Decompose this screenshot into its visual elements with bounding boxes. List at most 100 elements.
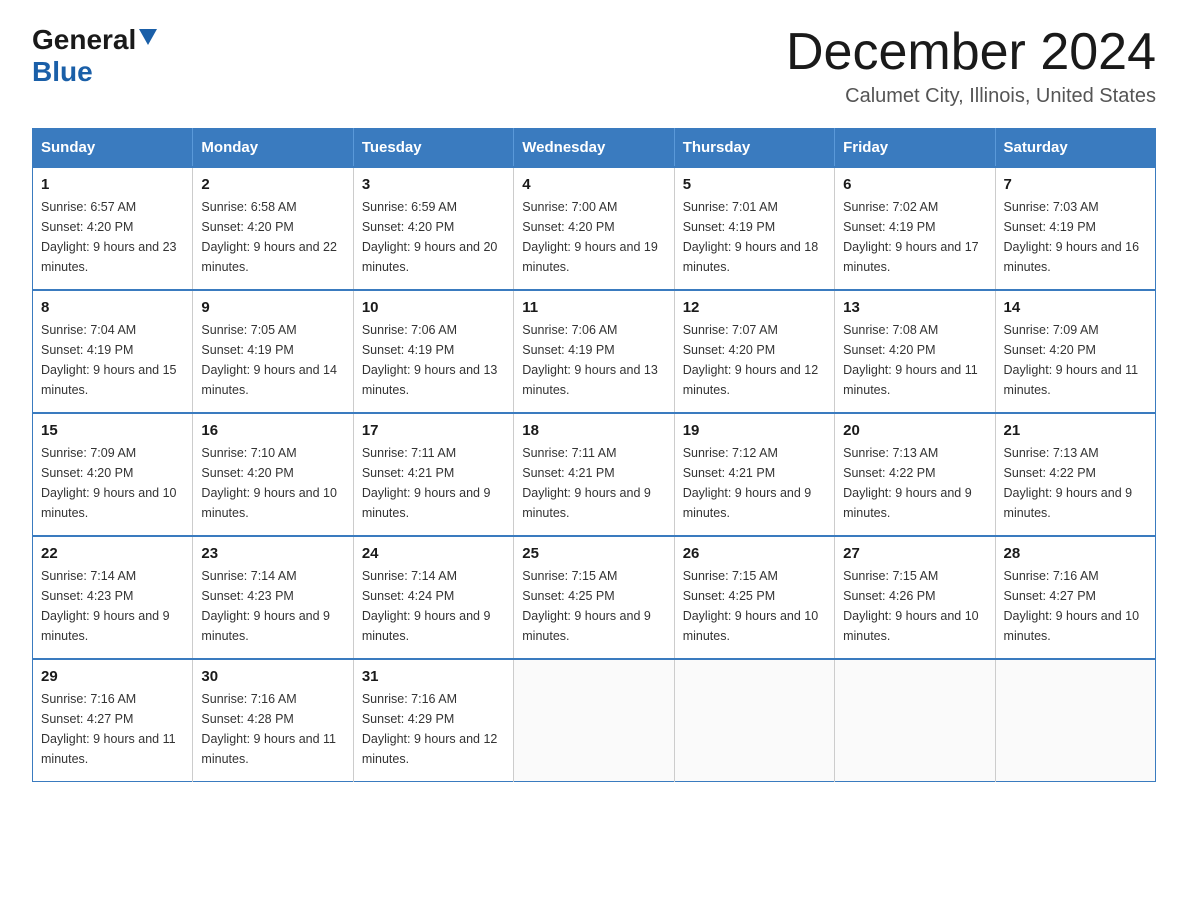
- calendar-cell: 1 Sunrise: 6:57 AMSunset: 4:20 PMDaylight…: [33, 167, 193, 290]
- weekday-header-sunday: Sunday: [33, 129, 193, 168]
- calendar-cell: 6 Sunrise: 7:02 AMSunset: 4:19 PMDaylight…: [835, 167, 995, 290]
- calendar-cell: 7Sunrise: 7:03 AMSunset: 4:19 PMDaylight…: [995, 167, 1155, 290]
- calendar-cell: 23Sunrise: 7:14 AMSunset: 4:23 PMDayligh…: [193, 536, 353, 659]
- day-info: Sunrise: 7:06 AMSunset: 4:19 PMDaylight:…: [522, 320, 665, 400]
- day-number: 8: [41, 299, 184, 316]
- weekday-header-saturday: Saturday: [995, 129, 1155, 168]
- page-header: General Blue December 2024 Calumet City,…: [32, 24, 1156, 108]
- day-info: Sunrise: 7:13 AMSunset: 4:22 PMDaylight:…: [843, 443, 986, 523]
- day-number: 9: [201, 299, 344, 316]
- calendar-cell: 11 Sunrise: 7:06 AMSunset: 4:19 PMDayligh…: [514, 290, 674, 413]
- day-number: 23: [201, 545, 344, 562]
- day-info: Sunrise: 7:13 AMSunset: 4:22 PMDaylight:…: [1004, 443, 1147, 523]
- calendar-cell: 9Sunrise: 7:05 AMSunset: 4:19 PMDaylight…: [193, 290, 353, 413]
- day-info: Sunrise: 7:06 AMSunset: 4:19 PMDaylight:…: [362, 320, 505, 400]
- day-info: Sunrise: 7:15 AMSunset: 4:26 PMDaylight:…: [843, 566, 986, 646]
- calendar-cell: 2Sunrise: 6:58 AMSunset: 4:20 PMDaylight…: [193, 167, 353, 290]
- calendar-cell: 4 Sunrise: 7:00 AMSunset: 4:20 PMDaylight…: [514, 167, 674, 290]
- day-info: Sunrise: 7:16 AMSunset: 4:27 PMDaylight:…: [1004, 566, 1147, 646]
- day-number: 5: [683, 176, 826, 193]
- calendar-cell: [995, 659, 1155, 782]
- weekday-header-monday: Monday: [193, 129, 353, 168]
- calendar-cell: 31 Sunrise: 7:16 AMSunset: 4:29 PMDayligh…: [353, 659, 513, 782]
- calendar-cell: 17Sunrise: 7:11 AMSunset: 4:21 PMDayligh…: [353, 413, 513, 536]
- day-number: 27: [843, 545, 986, 562]
- day-info: Sunrise: 7:14 AMSunset: 4:24 PMDaylight:…: [362, 566, 505, 646]
- day-info: Sunrise: 6:59 AMSunset: 4:20 PMDaylight:…: [362, 197, 505, 277]
- calendar-cell: 30 Sunrise: 7:16 AMSunset: 4:28 PMDayligh…: [193, 659, 353, 782]
- day-number: 7: [1004, 176, 1147, 193]
- calendar-cell: [674, 659, 834, 782]
- day-info: Sunrise: 7:16 AMSunset: 4:28 PMDaylight:…: [201, 689, 344, 769]
- day-info: Sunrise: 7:09 AMSunset: 4:20 PMDaylight:…: [41, 443, 184, 523]
- day-info: Sunrise: 7:15 AMSunset: 4:25 PMDaylight:…: [522, 566, 665, 646]
- day-info: Sunrise: 7:09 AMSunset: 4:20 PMDaylight:…: [1004, 320, 1147, 400]
- weekday-header-wednesday: Wednesday: [514, 129, 674, 168]
- day-info: Sunrise: 6:57 AMSunset: 4:20 PMDaylight:…: [41, 197, 184, 277]
- day-number: 20: [843, 422, 986, 439]
- logo-arrow-icon: [139, 29, 157, 47]
- logo-blue: Blue: [32, 56, 93, 87]
- day-number: 15: [41, 422, 184, 439]
- calendar-cell: 12 Sunrise: 7:07 AMSunset: 4:20 PMDayligh…: [674, 290, 834, 413]
- day-info: Sunrise: 7:16 AMSunset: 4:29 PMDaylight:…: [362, 689, 505, 769]
- day-number: 11: [522, 299, 665, 316]
- calendar-cell: 19 Sunrise: 7:12 AMSunset: 4:21 PMDayligh…: [674, 413, 834, 536]
- day-number: 24: [362, 545, 505, 562]
- day-number: 18: [522, 422, 665, 439]
- day-info: Sunrise: 7:10 AMSunset: 4:20 PMDaylight:…: [201, 443, 344, 523]
- calendar-week-3: 15 Sunrise: 7:09 AMSunset: 4:20 PMDayligh…: [33, 413, 1156, 536]
- day-info: Sunrise: 7:12 AMSunset: 4:21 PMDaylight:…: [683, 443, 826, 523]
- calendar-cell: 22 Sunrise: 7:14 AMSunset: 4:23 PMDayligh…: [33, 536, 193, 659]
- day-info: Sunrise: 7:04 AMSunset: 4:19 PMDaylight:…: [41, 320, 184, 400]
- day-info: Sunrise: 7:14 AMSunset: 4:23 PMDaylight:…: [41, 566, 184, 646]
- day-info: Sunrise: 7:08 AMSunset: 4:20 PMDaylight:…: [843, 320, 986, 400]
- calendar-cell: 16 Sunrise: 7:10 AMSunset: 4:20 PMDayligh…: [193, 413, 353, 536]
- month-title: December 2024: [786, 24, 1156, 81]
- calendar-cell: [835, 659, 995, 782]
- weekday-header-friday: Friday: [835, 129, 995, 168]
- calendar-cell: 14Sunrise: 7:09 AMSunset: 4:20 PMDayligh…: [995, 290, 1155, 413]
- day-info: Sunrise: 6:58 AMSunset: 4:20 PMDaylight:…: [201, 197, 344, 277]
- calendar-cell: 20 Sunrise: 7:13 AMSunset: 4:22 PMDayligh…: [835, 413, 995, 536]
- weekday-header-thursday: Thursday: [674, 129, 834, 168]
- weekday-header-tuesday: Tuesday: [353, 129, 513, 168]
- day-number: 6: [843, 176, 986, 193]
- logo-general: General: [32, 24, 136, 56]
- title-block: December 2024 Calumet City, Illinois, Un…: [786, 24, 1156, 108]
- calendar-week-4: 22 Sunrise: 7:14 AMSunset: 4:23 PMDayligh…: [33, 536, 1156, 659]
- day-number: 19: [683, 422, 826, 439]
- logo: General Blue: [32, 24, 157, 88]
- day-number: 12: [683, 299, 826, 316]
- calendar-cell: 21 Sunrise: 7:13 AMSunset: 4:22 PMDayligh…: [995, 413, 1155, 536]
- day-number: 1: [41, 176, 184, 193]
- day-number: 21: [1004, 422, 1147, 439]
- day-info: Sunrise: 7:02 AMSunset: 4:19 PMDaylight:…: [843, 197, 986, 277]
- day-number: 4: [522, 176, 665, 193]
- calendar-cell: 18Sunrise: 7:11 AMSunset: 4:21 PMDayligh…: [514, 413, 674, 536]
- day-info: Sunrise: 7:00 AMSunset: 4:20 PMDaylight:…: [522, 197, 665, 277]
- day-number: 26: [683, 545, 826, 562]
- calendar-cell: 24 Sunrise: 7:14 AMSunset: 4:24 PMDayligh…: [353, 536, 513, 659]
- calendar-cell: 29Sunrise: 7:16 AMSunset: 4:27 PMDayligh…: [33, 659, 193, 782]
- day-number: 3: [362, 176, 505, 193]
- location-subtitle: Calumet City, Illinois, United States: [786, 85, 1156, 108]
- calendar-cell: 3 Sunrise: 6:59 AMSunset: 4:20 PMDaylight…: [353, 167, 513, 290]
- calendar-cell: 25Sunrise: 7:15 AMSunset: 4:25 PMDayligh…: [514, 536, 674, 659]
- calendar-cell: 15 Sunrise: 7:09 AMSunset: 4:20 PMDayligh…: [33, 413, 193, 536]
- calendar-week-1: 1 Sunrise: 6:57 AMSunset: 4:20 PMDaylight…: [33, 167, 1156, 290]
- day-number: 17: [362, 422, 505, 439]
- day-number: 30: [201, 668, 344, 685]
- day-number: 28: [1004, 545, 1147, 562]
- day-number: 16: [201, 422, 344, 439]
- calendar-cell: 28 Sunrise: 7:16 AMSunset: 4:27 PMDayligh…: [995, 536, 1155, 659]
- calendar-week-2: 8 Sunrise: 7:04 AMSunset: 4:19 PMDaylight…: [33, 290, 1156, 413]
- calendar-cell: 27 Sunrise: 7:15 AMSunset: 4:26 PMDayligh…: [835, 536, 995, 659]
- day-number: 13: [843, 299, 986, 316]
- calendar-cell: 8 Sunrise: 7:04 AMSunset: 4:19 PMDaylight…: [33, 290, 193, 413]
- day-number: 31: [362, 668, 505, 685]
- day-number: 10: [362, 299, 505, 316]
- day-info: Sunrise: 7:07 AMSunset: 4:20 PMDaylight:…: [683, 320, 826, 400]
- day-number: 22: [41, 545, 184, 562]
- calendar-table: SundayMondayTuesdayWednesdayThursdayFrid…: [32, 128, 1156, 782]
